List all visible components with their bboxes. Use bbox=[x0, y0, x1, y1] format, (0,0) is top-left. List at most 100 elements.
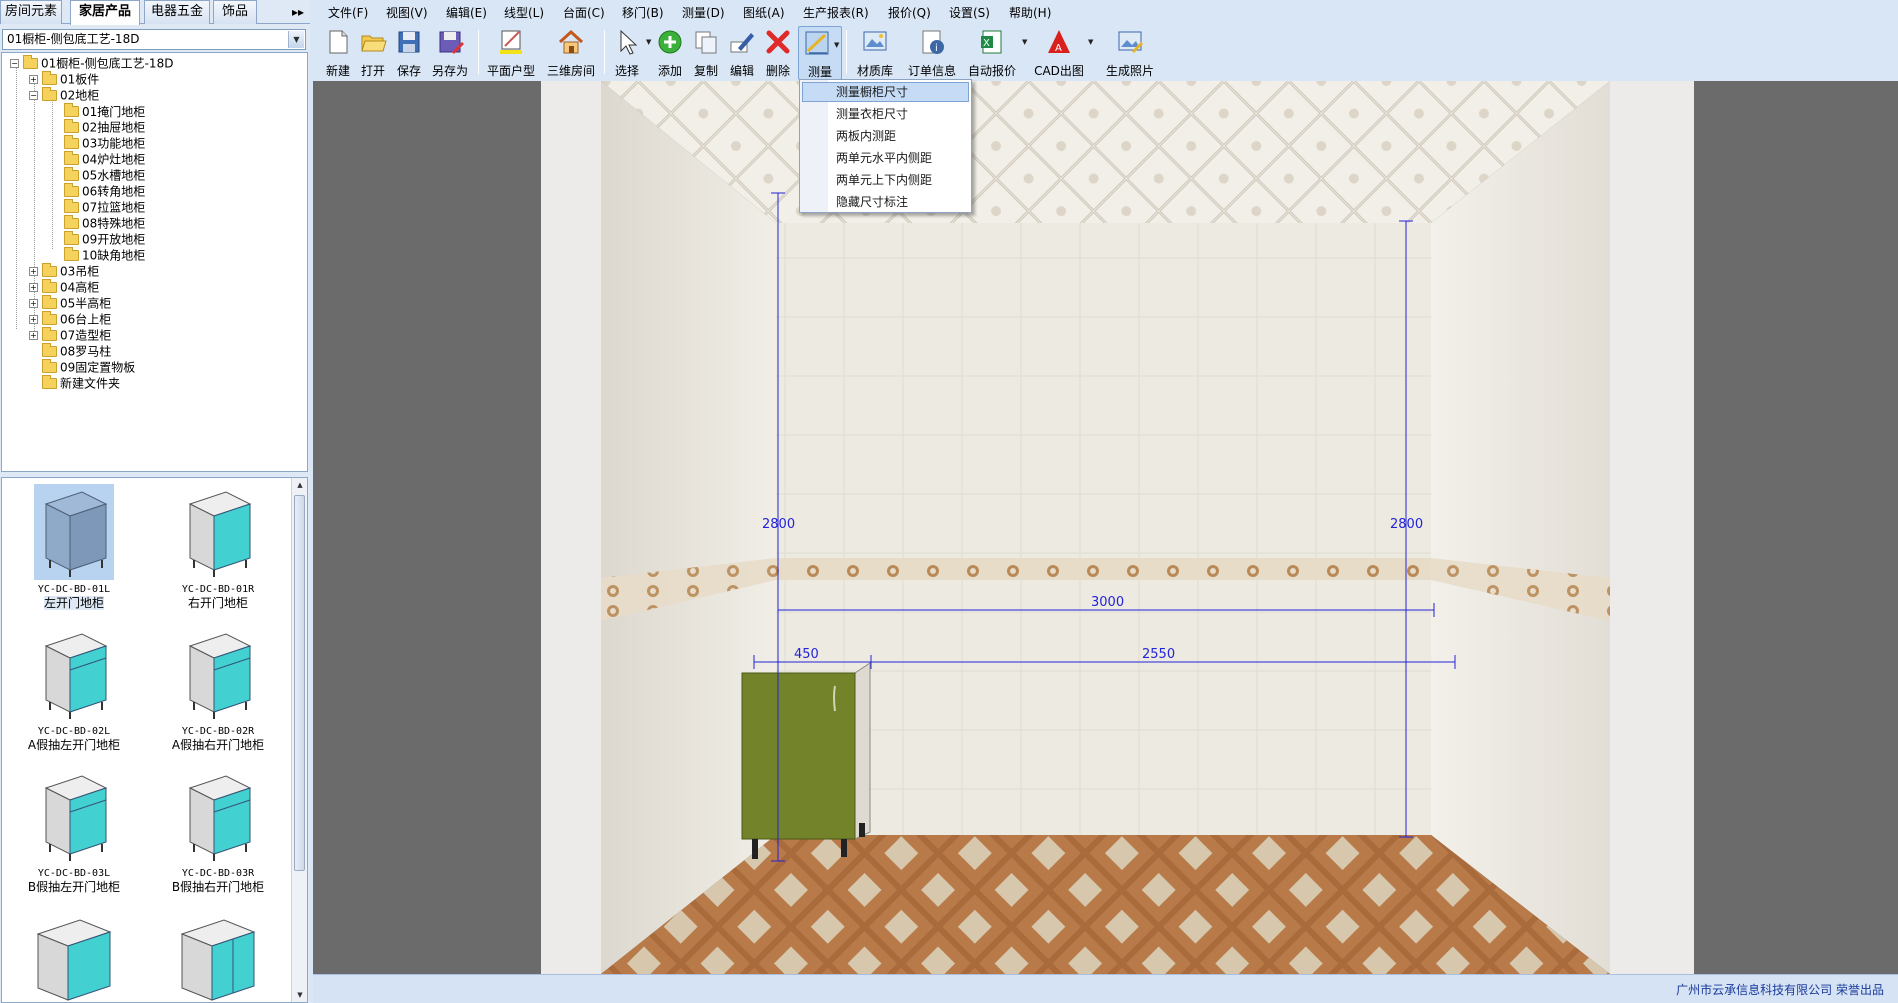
thumbnail-scrollbar[interactable]: ▲ ▼ bbox=[291, 478, 307, 1002]
scroll-up-icon[interactable]: ▲ bbox=[293, 478, 307, 492]
room-3d-button[interactable]: 三维房间 bbox=[544, 26, 598, 80]
product-code: YC-DC-BD-01R bbox=[181, 584, 255, 595]
menu-production-report[interactable]: 生产报表(R) bbox=[803, 4, 869, 21]
menu-line-type[interactable]: 线型(L) bbox=[504, 4, 544, 21]
menu-item-vertical-inner-distance[interactable]: 两单元上下内侧距 bbox=[802, 170, 969, 190]
auto-quote-dropdown-icon[interactable]: ▼ bbox=[1022, 38, 1027, 46]
tree-item[interactable]: 03功能地柜 bbox=[64, 135, 145, 151]
open-button[interactable]: 打开 bbox=[356, 26, 390, 80]
tree-item[interactable]: 08特殊地柜 bbox=[64, 215, 145, 231]
product-thumbnail[interactable]: YC-DC-BD-02R A假抽右开门地柜 bbox=[158, 622, 278, 758]
add-button[interactable]: 添加 bbox=[652, 26, 688, 80]
chevron-down-icon[interactable]: ▼ bbox=[288, 31, 304, 48]
expand-icon[interactable]: + bbox=[29, 299, 38, 308]
product-thumbnail[interactable]: YC-DC-BD-03L B假抽左开门地柜 bbox=[14, 764, 134, 900]
tree-item[interactable]: +01板件 bbox=[29, 71, 99, 87]
scrollbar-thumb[interactable] bbox=[294, 495, 305, 871]
delete-button[interactable]: 删除 bbox=[760, 26, 796, 80]
measure-dropdown-icon[interactable]: ▼ bbox=[834, 41, 839, 49]
menu-quote[interactable]: 报价(Q) bbox=[888, 4, 931, 21]
product-thumbnail[interactable]: YC-DC-BD-01R 右开门地柜 bbox=[158, 480, 278, 616]
expand-icon[interactable]: + bbox=[29, 75, 38, 84]
menu-measure[interactable]: 测量(D) bbox=[682, 4, 725, 21]
render-photo-button[interactable]: 生成照片 bbox=[1102, 26, 1158, 80]
tree-item[interactable]: 06转角地柜 bbox=[64, 183, 145, 199]
folder-icon bbox=[42, 343, 57, 357]
edit-button[interactable]: 编辑 bbox=[724, 26, 760, 80]
tab-room-elements[interactable]: 房间元素 bbox=[0, 0, 62, 24]
new-button[interactable]: 新建 bbox=[322, 26, 354, 80]
svg-text:X: X bbox=[983, 38, 990, 49]
folder-icon bbox=[42, 263, 57, 277]
product-thumbnail[interactable]: YC-DC-BD-03R B假抽右开门地柜 bbox=[158, 764, 278, 900]
cabinet-thumbnail-image bbox=[36, 919, 112, 1001]
floppy-disk-icon bbox=[398, 31, 420, 53]
cad-dropdown-icon[interactable]: ▼ bbox=[1088, 38, 1093, 46]
cad-export-button[interactable]: A CAD出图 bbox=[1032, 26, 1086, 80]
tab-decorations[interactable]: 饰品 bbox=[213, 0, 257, 24]
tree-item[interactable]: 08罗马柱 bbox=[29, 343, 111, 359]
cabinet-door[interactable] bbox=[741, 672, 856, 840]
measure-button[interactable]: 测量 ▼ bbox=[798, 26, 842, 80]
product-thumbnail[interactable]: YC-DC-BD-01L 左开门地柜 bbox=[14, 480, 134, 616]
expand-icon[interactable]: + bbox=[29, 331, 38, 340]
tree-item[interactable]: +03吊柜 bbox=[29, 263, 99, 279]
tree-item[interactable]: 07拉篮地柜 bbox=[64, 199, 145, 215]
menu-item-measure-kitchen-cabinet[interactable]: 测量橱柜尺寸 bbox=[802, 82, 969, 102]
menu-settings[interactable]: 设置(S) bbox=[949, 4, 990, 21]
auto-quote-button[interactable]: X 自动报价 bbox=[964, 26, 1020, 80]
tree-root[interactable]: −01橱柜-侧包底工艺-18D bbox=[10, 55, 173, 71]
menu-edit[interactable]: 编辑(E) bbox=[446, 4, 487, 21]
menu-countertop[interactable]: 台面(C) bbox=[563, 4, 605, 21]
folder-icon bbox=[42, 71, 57, 85]
tree-item[interactable]: −02地柜 bbox=[29, 87, 99, 103]
tree-item[interactable]: +04高柜 bbox=[29, 279, 99, 295]
room-scene[interactable]: 2800 2800 3000 450 2550 bbox=[313, 81, 1898, 974]
tree-item[interactable]: 01掩门地柜 bbox=[64, 103, 146, 119]
save-button[interactable]: 保存 bbox=[392, 26, 426, 80]
folder-icon bbox=[42, 295, 57, 309]
category-select[interactable]: 01橱柜-侧包底工艺-18D ▼ bbox=[2, 29, 306, 50]
floor-plan-button[interactable]: 平面户型 bbox=[484, 26, 538, 80]
menu-item-horizontal-inner-distance[interactable]: 两单元水平内侧距 bbox=[802, 148, 969, 168]
3d-viewport[interactable]: 2800 2800 3000 450 2550 bbox=[313, 81, 1898, 974]
order-info-button[interactable]: i 订单信息 bbox=[904, 26, 960, 80]
select-button[interactable]: 选择 bbox=[610, 26, 644, 80]
tree-item[interactable]: 09固定置物板 bbox=[29, 359, 135, 375]
expand-icon[interactable]: + bbox=[29, 267, 38, 276]
menu-item-panel-inner-distance[interactable]: 两板内测距 bbox=[802, 126, 969, 146]
tab-appliances-hardware[interactable]: 电器五金 bbox=[144, 0, 210, 24]
base-cabinet[interactable] bbox=[741, 662, 871, 859]
tree-item[interactable]: 09开放地柜 bbox=[64, 231, 145, 247]
expand-icon[interactable]: + bbox=[29, 315, 38, 324]
tree-item[interactable]: 新建文件夹 bbox=[29, 375, 120, 391]
menu-view[interactable]: 视图(V) bbox=[386, 4, 428, 21]
collapse-icon[interactable]: − bbox=[10, 59, 19, 68]
tab-scroll-right-button[interactable]: ▸▸ bbox=[288, 3, 308, 21]
tree-item[interactable]: +06台上柜 bbox=[29, 311, 111, 327]
tree-item[interactable]: +07造型柜 bbox=[29, 327, 111, 343]
tree-item[interactable]: 04炉灶地柜 bbox=[64, 151, 145, 167]
save-as-button[interactable]: 另存为 bbox=[428, 26, 472, 80]
tab-home-products[interactable]: 家居产品 bbox=[70, 0, 140, 25]
dimension-left-height: 2800 bbox=[762, 517, 795, 532]
menu-file[interactable]: 文件(F) bbox=[328, 4, 368, 21]
scroll-down-icon[interactable]: ▼ bbox=[293, 988, 307, 1002]
expand-icon[interactable]: + bbox=[29, 283, 38, 292]
material-library-button[interactable]: 材质库 bbox=[852, 26, 898, 80]
tree-item[interactable]: 02抽屉地柜 bbox=[64, 119, 145, 135]
menu-sliding-door[interactable]: 移门(B) bbox=[622, 4, 664, 21]
tree-item[interactable]: 10缺角地柜 bbox=[64, 247, 145, 263]
copy-button[interactable]: 复制 bbox=[688, 26, 724, 80]
tree-item[interactable]: 05水槽地柜 bbox=[64, 167, 145, 183]
tree-item[interactable]: +05半高柜 bbox=[29, 295, 111, 311]
product-thumbnail[interactable] bbox=[158, 906, 278, 1002]
product-thumbnail[interactable] bbox=[14, 906, 134, 1002]
menu-help[interactable]: 帮助(H) bbox=[1009, 4, 1051, 21]
select-dropdown-icon[interactable]: ▼ bbox=[646, 38, 651, 46]
menu-item-measure-wardrobe[interactable]: 测量衣柜尺寸 bbox=[802, 104, 969, 124]
menu-item-hide-dimensions[interactable]: 隐藏尺寸标注 bbox=[802, 192, 969, 212]
product-thumbnail[interactable]: YC-DC-BD-02L A假抽左开门地柜 bbox=[14, 622, 134, 758]
collapse-icon[interactable]: − bbox=[29, 91, 38, 100]
menu-drawings[interactable]: 图纸(A) bbox=[743, 4, 785, 21]
